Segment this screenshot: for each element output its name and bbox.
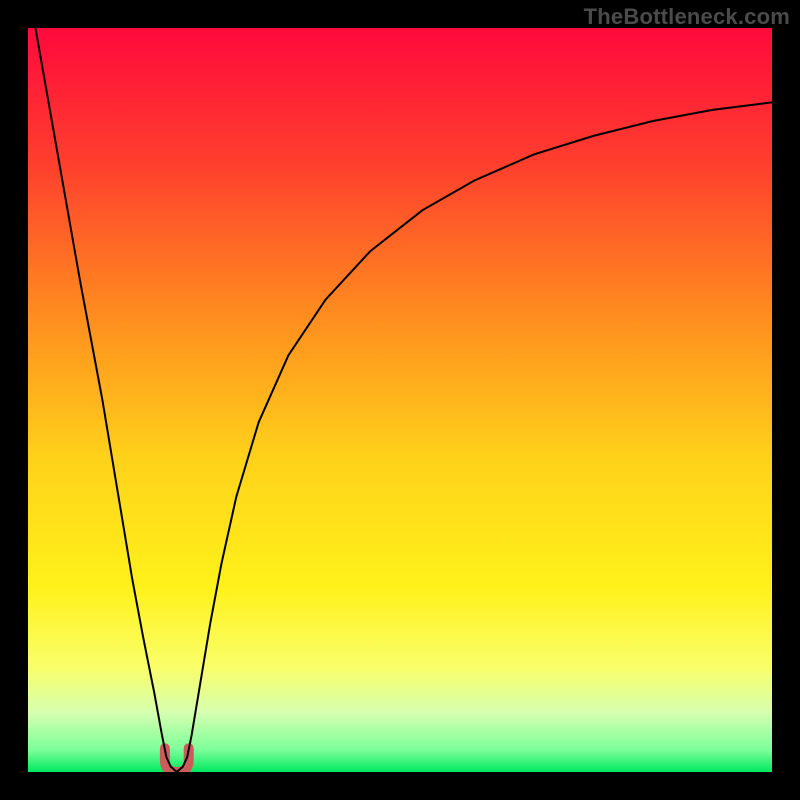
watermark-label: TheBottleneck.com <box>584 4 790 30</box>
plot-area <box>28 28 772 772</box>
gradient-background <box>28 28 772 772</box>
chart-svg <box>28 28 772 772</box>
chart-frame: TheBottleneck.com <box>0 0 800 800</box>
